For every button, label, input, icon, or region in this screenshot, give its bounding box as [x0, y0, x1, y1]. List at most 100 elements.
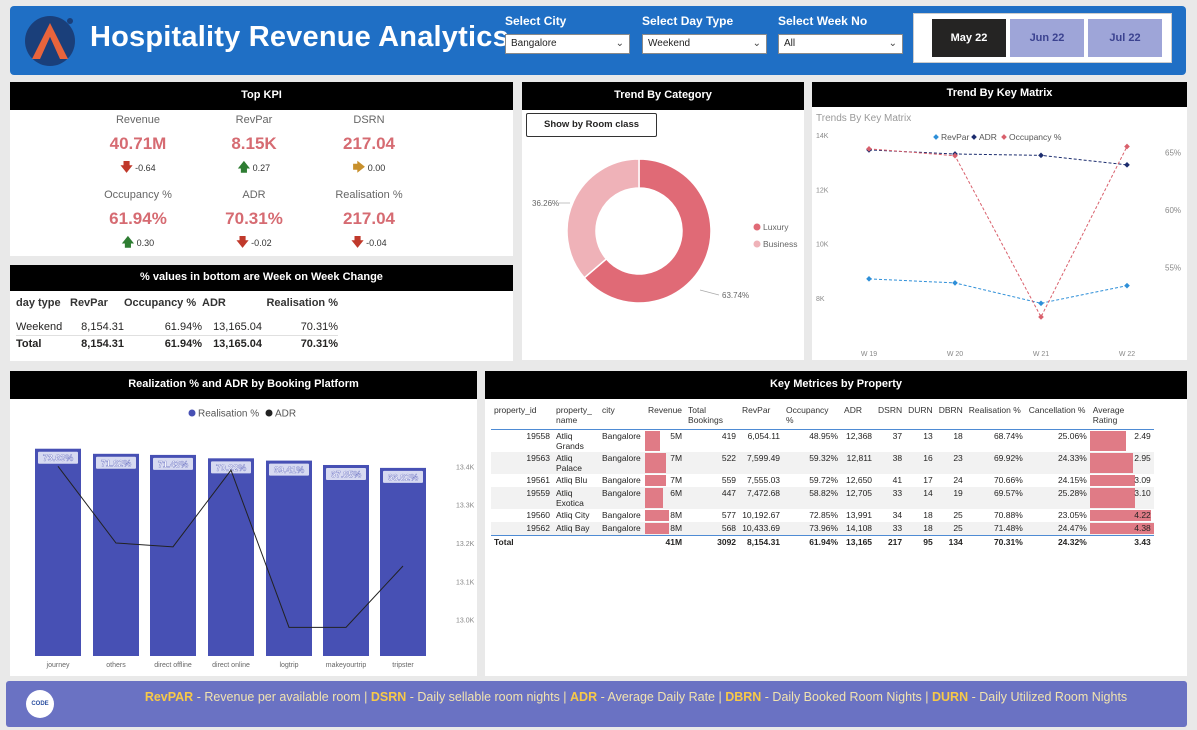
data-point[interactable] [1124, 162, 1130, 168]
table-cell: 13,165.04 [202, 319, 262, 336]
table-row: 19561 Atliq Blu Bangalore 7M 559 7,555.03 59.7… [491, 474, 1154, 487]
data-point[interactable] [1124, 282, 1130, 289]
table-cell [553, 534, 599, 548]
kpi-value: 217.04 [343, 209, 395, 228]
table-cell: 5M [645, 430, 685, 453]
y-left-tick-label: 10K [816, 242, 829, 249]
bar-tripster[interactable] [380, 467, 426, 656]
table-total-row: Total 41M 3092 8,154.31 61.94% 13,165 217 95 134… [491, 534, 1154, 548]
revenue-databar [645, 488, 663, 508]
data-point[interactable] [866, 145, 872, 152]
table-cell: 13,165 [841, 534, 876, 548]
data-point[interactable] [866, 276, 872, 282]
table-cell: 7,599.49 [739, 452, 784, 474]
table-cell: Atliq Blu [556, 475, 588, 485]
property-title: Key Metrices by Property [485, 371, 1187, 399]
data-point[interactable] [1124, 143, 1130, 150]
footer-glossary: CODE RevPAR - Revenue per available room… [6, 681, 1187, 727]
table-cell: 217 [875, 534, 906, 548]
table-total-row: Total 8,154.31 61.94% 13,165.04 70.31% [16, 336, 338, 353]
table-cell: 19559 [491, 487, 553, 509]
table-cell: 6M [645, 487, 686, 509]
city-select[interactable]: Bangalore ⌄ [505, 34, 630, 54]
legend-label: Occupancy % [1009, 132, 1062, 142]
data-point[interactable] [1038, 314, 1044, 320]
table-cell: 19561 [526, 475, 550, 485]
trend-matrix-title: Trend By Key Matrix [812, 82, 1187, 107]
legend-marker [753, 240, 761, 248]
pie-slice-business[interactable] [566, 158, 640, 279]
bar-direct-offline[interactable] [150, 454, 196, 656]
kpi-value: 217.04 [343, 134, 395, 153]
table-cell: 25.28% [1025, 487, 1090, 509]
revenue-databar [645, 431, 660, 451]
table-cell: 577 [721, 510, 737, 520]
table-row: 19562 Atliq Bay Bangalore 8M 568 10,433.69 73.… [491, 522, 1154, 535]
table-cell: 61.94% [164, 338, 202, 350]
data-point[interactable] [1038, 152, 1044, 159]
arrow-down-icon: 🡇 [236, 235, 249, 249]
table-cell: 2.95 [1089, 452, 1154, 474]
kpi-delta-value: 0.30 [136, 238, 155, 248]
arrow-down-icon: 🡇 [351, 235, 364, 249]
table-cell: 61.94% [783, 534, 842, 548]
data-label: 71.43% [158, 459, 189, 469]
month-button-may[interactable]: May 22 [932, 19, 1006, 57]
data-point[interactable] [1038, 300, 1044, 307]
table-cell: 70.88% [993, 510, 1023, 520]
leader-line [699, 289, 720, 296]
arrow-down-icon: 🡇 [120, 160, 133, 174]
kpi-delta-value: -0.04 [366, 238, 387, 248]
bar-journey[interactable] [35, 448, 81, 656]
month-button-jul[interactable]: Jul 22 [1088, 19, 1162, 57]
rating-databar [1089, 431, 1127, 451]
data-point[interactable] [952, 280, 958, 286]
column-header: city [599, 405, 645, 430]
table-cell: 447 [685, 487, 740, 509]
y-left-tick-label: 8K [816, 296, 825, 303]
table-cell: 4.38 [1089, 522, 1154, 535]
legend-label: Realisation % [198, 409, 259, 420]
realization-title: Realization % and ADR by Booking Platfor… [10, 371, 477, 399]
x-tick-label: logtrip [279, 662, 298, 669]
kpi-label: Occupancy % [104, 189, 172, 201]
table-cell: 8M [645, 509, 685, 522]
column-header: Occupancy % [783, 405, 842, 430]
column-header: Cancellation % [1025, 405, 1090, 430]
revenue-databar [645, 510, 670, 521]
kpi-value: 40.71M [109, 134, 167, 153]
table-cell: 17 [923, 475, 933, 485]
revenue-databar [645, 453, 667, 473]
glossary-desc: - Average Daily Rate | [597, 690, 726, 704]
month-button-jun[interactable]: Jun 22 [1010, 19, 1084, 57]
table-cell: 61.94% [124, 319, 202, 336]
table-cell: 3.43 [1089, 534, 1154, 548]
arrow-up-icon: 🡅 [121, 235, 135, 249]
bar-others[interactable] [93, 453, 139, 656]
wow-panel: % values in bottom are Week on Week Chan… [10, 265, 513, 361]
month-slicer: May 22 Jun 22 Jul 22 [913, 13, 1172, 63]
table-cell: 33 [875, 522, 906, 535]
table-cell: Bangalore [602, 475, 641, 485]
column-header: DURN [905, 405, 936, 430]
column-header: DSRN [875, 405, 906, 430]
table-cell: 24.15% [1057, 475, 1087, 485]
cell-value: 5M [670, 431, 683, 441]
y-right-tick-label: 65% [1165, 148, 1181, 157]
table-cell: Bangalore [599, 452, 645, 474]
cell-value: 3.10 [1134, 488, 1151, 498]
table-cell: 19562 [491, 522, 553, 535]
bar-direct-online[interactable] [208, 458, 254, 656]
column-header: ADR [841, 405, 876, 430]
wow-title: % values in bottom are Week on Week Chan… [10, 265, 513, 291]
chevron-down-icon: ⌄ [752, 38, 761, 49]
data-label: 63.74% [722, 291, 749, 300]
city-filter-label: Select City [505, 14, 567, 28]
kpi-label: RevPar [235, 114, 273, 126]
week-select[interactable]: All ⌄ [778, 34, 903, 54]
x-tick-label: tripster [392, 662, 414, 669]
table-cell: 3092 [685, 534, 740, 548]
daytype-select[interactable]: Weekend ⌄ [642, 34, 767, 54]
table-cell: 19 [935, 487, 966, 509]
column-header: Average Rating [1089, 405, 1154, 430]
